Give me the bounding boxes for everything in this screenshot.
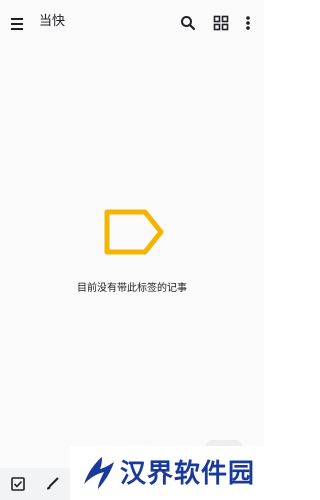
grid-view-icon: [213, 15, 229, 31]
more-options-button[interactable]: [238, 13, 258, 33]
menu-button[interactable]: [8, 13, 28, 33]
search-icon: [181, 16, 196, 31]
empty-state-message: 目前没有带此标签的记事: [77, 283, 187, 294]
watermark-text: 汉界软件园: [120, 459, 256, 489]
checkbox-icon: [11, 477, 25, 491]
search-button[interactable]: [178, 13, 198, 33]
new-drawing-button[interactable]: [44, 476, 60, 492]
app-title: 当快: [39, 14, 66, 29]
screen: 当快 目前没有带此标签的记事 汉界软件园: [0, 0, 264, 500]
watermark-logo-icon: [84, 457, 114, 489]
more-vert-icon: [246, 16, 250, 30]
app-bar: 当快: [0, 0, 264, 46]
grid-view-button[interactable]: [211, 13, 231, 33]
brush-icon: [47, 477, 59, 490]
watermark: 汉界软件园: [70, 446, 264, 500]
label-icon: [104, 209, 164, 255]
new-list-button[interactable]: [10, 476, 26, 492]
